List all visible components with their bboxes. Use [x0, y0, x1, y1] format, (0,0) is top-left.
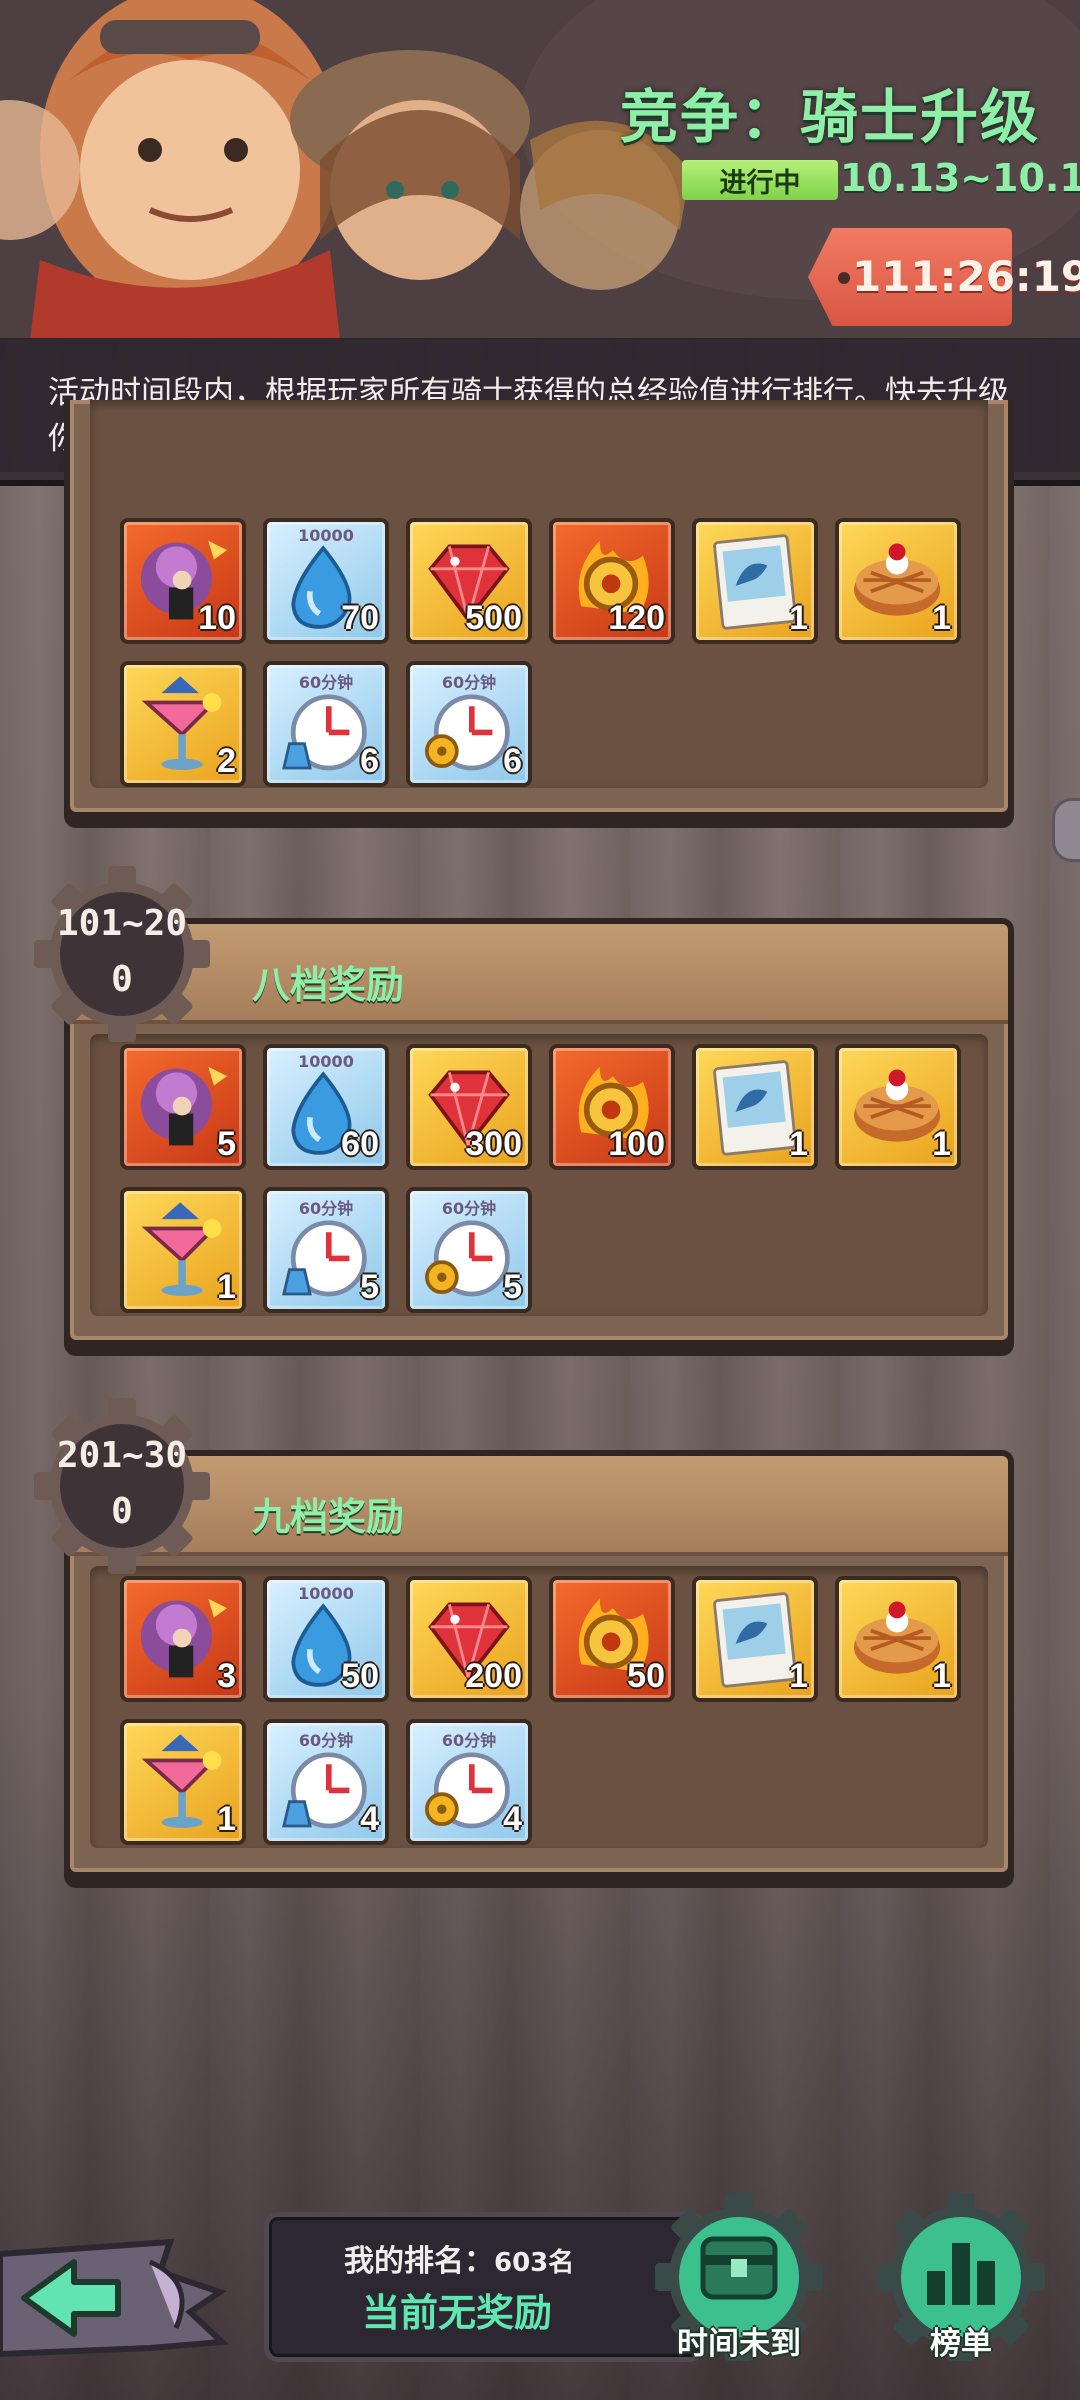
tier-name: 八档奖励: [252, 963, 405, 1007]
item-quantity: 120: [608, 599, 665, 637]
item-quantity: 300: [465, 1125, 522, 1163]
reward-item[interactable]: 100: [549, 1044, 675, 1170]
tag-hole: [838, 272, 850, 284]
reward-item[interactable]: 1: [835, 1576, 961, 1702]
item-caption: 60分钟: [441, 673, 497, 692]
reward-item[interactable]: 1: [120, 1187, 246, 1313]
reward-item[interactable]: 60分钟 4: [263, 1719, 389, 1845]
item-quantity: 1: [932, 1657, 951, 1695]
item-caption: 60分钟: [298, 1199, 354, 1218]
my-rank: 我的排名：603名: [344, 2244, 575, 2279]
item-quantity: 50: [341, 1657, 379, 1695]
reward-item[interactable]: 60分钟 5: [263, 1187, 389, 1313]
reward-item[interactable]: 300: [406, 1044, 532, 1170]
reward-item[interactable]: 5: [120, 1044, 246, 1170]
item-quantity: 6: [503, 742, 522, 780]
item-quantity: 3: [217, 1657, 236, 1695]
status-badge: 进行中: [682, 160, 838, 200]
side-drawer-handle[interactable]: [1052, 798, 1080, 862]
reward-item[interactable]: 1: [692, 518, 818, 644]
leaderboard-button-label[interactable]: 榜单: [861, 2318, 1061, 2363]
reward-tier-7: 10 10000 70 500 120 1 1 2 60分钟 6 60分钟 6: [64, 400, 1014, 818]
item-quantity: 2: [217, 742, 236, 780]
item-caption: 10000: [298, 1584, 354, 1603]
item-quantity: 50: [627, 1657, 665, 1695]
reward-item[interactable]: 60分钟 4: [406, 1719, 532, 1845]
item-caption: 60分钟: [441, 1731, 497, 1750]
reward-tier-9: 201~30 0 九档奖励 3 10000 50 200 50 1 1 1 60分钟 4 60分钟 4: [34, 1398, 1014, 1878]
item-quantity: 4: [360, 1800, 379, 1838]
item-caption: 10000: [298, 526, 354, 545]
reward-item[interactable]: 60分钟 6: [263, 661, 389, 787]
reward-tier-8: 101~20 0 八档奖励 5 10000 60 300 100 1 1 1 60分钟 5 60分钟…: [34, 866, 1014, 1346]
reward-item[interactable]: 1: [835, 518, 961, 644]
item-quantity: 5: [503, 1268, 522, 1306]
back-arrow-icon[interactable]: [0, 2232, 232, 2362]
item-quantity: 6: [360, 742, 379, 780]
chest-button-label[interactable]: 时间未到: [639, 2318, 839, 2363]
tier-name: 九档奖励: [252, 1495, 405, 1539]
item-caption: 60分钟: [298, 673, 354, 692]
item-quantity: 1: [789, 1657, 808, 1695]
item-quantity: 4: [503, 1800, 522, 1838]
reward-item[interactable]: 120: [549, 518, 675, 644]
item-quantity: 1: [217, 1800, 236, 1838]
event-date-range: 10.13~10.18: [840, 156, 1080, 200]
item-quantity: 1: [217, 1268, 236, 1306]
item-quantity: 10: [198, 599, 236, 637]
item-quantity: 5: [360, 1268, 379, 1306]
reward-item[interactable]: 10: [120, 518, 246, 644]
item-quantity: 500: [465, 599, 522, 637]
reward-item[interactable]: 2: [120, 661, 246, 787]
reward-item[interactable]: 200: [406, 1576, 532, 1702]
reward-item[interactable]: 3: [120, 1576, 246, 1702]
reward-item[interactable]: 1: [835, 1044, 961, 1170]
reward-item[interactable]: 500: [406, 518, 532, 644]
reward-item[interactable]: 50: [549, 1576, 675, 1702]
item-caption: 10000: [298, 1052, 354, 1071]
reward-item[interactable]: 10000 50: [263, 1576, 389, 1702]
reward-item[interactable]: 1: [120, 1719, 246, 1845]
tier-header: [70, 1456, 1008, 1556]
item-quantity: 5: [217, 1125, 236, 1163]
reward-item[interactable]: 1: [692, 1576, 818, 1702]
reward-item[interactable]: 1: [692, 1044, 818, 1170]
my-rank-value: 603名: [494, 2248, 575, 2278]
event-title: 竞争：骑士升级: [619, 83, 1040, 151]
tier-rank-range: 201~30 0: [56, 1435, 188, 1532]
tier-rank-range: 101~20 0: [56, 903, 188, 1000]
item-quantity: 200: [465, 1657, 522, 1695]
tier-header: [70, 924, 1008, 1024]
item-quantity: 1: [932, 1125, 951, 1163]
item-quantity: 60: [341, 1125, 379, 1163]
item-caption: 60分钟: [441, 1199, 497, 1218]
item-quantity: 100: [608, 1125, 665, 1163]
reward-status: 当前无奖励: [362, 2291, 553, 2335]
item-quantity: 1: [789, 1125, 808, 1163]
item-quantity: 70: [341, 599, 379, 637]
countdown-timer: 111:26:19: [852, 252, 1080, 301]
item-caption: 60分钟: [298, 1731, 354, 1750]
reward-item[interactable]: 10000 70: [263, 518, 389, 644]
reward-item[interactable]: 60分钟 6: [406, 661, 532, 787]
item-quantity: 1: [789, 599, 808, 637]
item-quantity: 1: [932, 599, 951, 637]
reward-item[interactable]: 60分钟 5: [406, 1187, 532, 1313]
reward-item[interactable]: 10000 60: [263, 1044, 389, 1170]
